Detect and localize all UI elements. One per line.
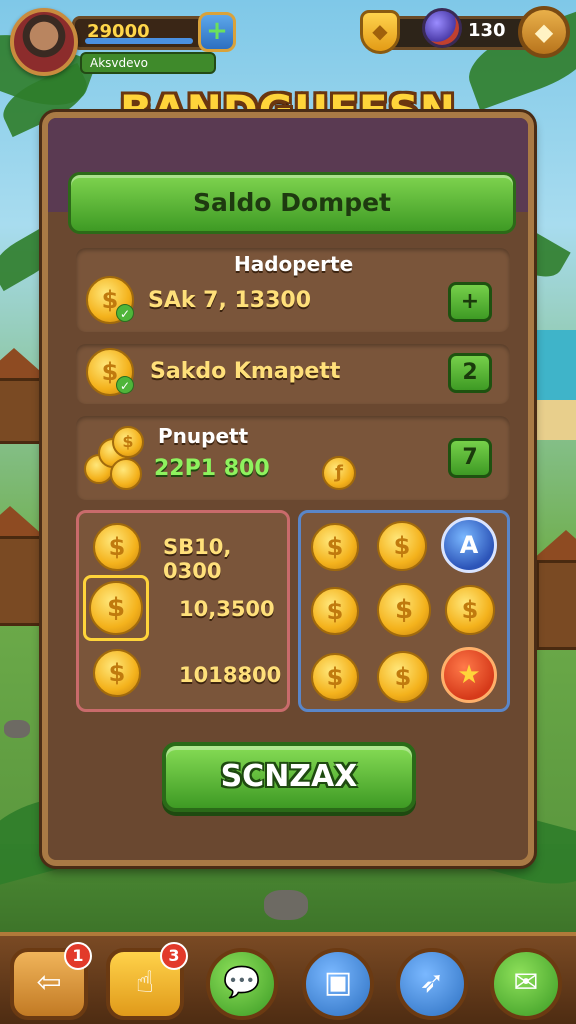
row2-button[interactable]: 2: [448, 353, 492, 393]
rocket-icon[interactable]: ➶: [396, 948, 468, 1020]
back-arrow-glyph: ⇦: [36, 965, 62, 1000]
coin-icon[interactable]: $: [89, 581, 143, 635]
orb-icon: [422, 8, 462, 48]
bottom-nav: ⇦ 1 ☝ 3 💬 ▣ ➶ ✉: [0, 932, 576, 1024]
hut: [0, 378, 42, 444]
row-label: Sakdo Kmapett: [150, 359, 341, 384]
chat-icon[interactable]: 💬: [206, 948, 278, 1020]
resource-hud: ◆ 130 ◆: [360, 6, 570, 58]
add-button[interactable]: +: [448, 282, 492, 322]
balance-row-2: $ ✓ Sakdo Kmapett 2: [76, 344, 510, 404]
coin-icon[interactable]: $: [311, 653, 359, 701]
coin-icon: $: [112, 426, 144, 458]
level-bar: 29000: [72, 16, 212, 50]
resource-value: 130: [468, 20, 506, 41]
notification-badge: 1: [64, 942, 92, 970]
coin-icon: ƒ: [322, 456, 356, 490]
box-icon[interactable]: ▣: [302, 948, 374, 1020]
row-title: Hadoperte: [234, 252, 354, 276]
coin-grid-right: $ $ A $ $ $ $ $ ★: [298, 510, 510, 712]
balance-row-1: Hadoperte $ ✓ SAk 7, 13300 +: [76, 248, 510, 332]
player-hud: 29000 + Aksvdevo: [8, 6, 238, 76]
red-star-token-icon[interactable]: ★: [441, 647, 497, 703]
xp-bar: [85, 38, 193, 44]
hut-roof: [0, 348, 48, 378]
coin-pile-icon: $: [84, 426, 148, 492]
hut-roof: [0, 506, 44, 536]
player-name: Aksvdevo: [80, 52, 216, 74]
coin-icon[interactable]: $: [93, 523, 141, 571]
shield-icon[interactable]: ◆: [360, 10, 400, 54]
blue-token-icon[interactable]: A: [441, 517, 497, 573]
rock: [264, 890, 308, 920]
coin-icon[interactable]: $: [377, 583, 431, 637]
avatar[interactable]: [10, 8, 78, 76]
wallet-panel: Saldo Dompet Hadoperte $ ✓ SAk 7, 13300 …: [42, 112, 534, 866]
confirm-button[interactable]: SCNZAX: [162, 742, 416, 812]
plus-icon[interactable]: +: [198, 12, 236, 52]
rock: [4, 720, 30, 738]
row-green-value: 22P1 800: [154, 456, 270, 481]
ticket-icon[interactable]: ✉: [490, 948, 562, 1020]
coin-icon[interactable]: $: [93, 649, 141, 697]
balance-row-3: $ Pnupett 22P1 800 ƒ 7: [76, 416, 510, 500]
coin-value: 10,3500: [179, 597, 275, 621]
notification-badge: 3: [160, 942, 188, 970]
wallet-header-button[interactable]: Saldo Dompet: [68, 172, 516, 234]
coin-list-left: $ SB10, 0300 $ 10,3500 $ 1018800: [76, 510, 290, 712]
hut-roof: [532, 530, 576, 560]
coin-value: 1018800: [179, 663, 282, 687]
hut: [536, 560, 576, 650]
coin-icon[interactable]: $: [377, 521, 427, 571]
menu-icon[interactable]: ◆: [518, 6, 570, 58]
check-icon: ✓: [116, 376, 134, 394]
back-arrow-icon[interactable]: ⇦ 1: [10, 942, 92, 1020]
hand-icon[interactable]: ☝ 3: [106, 942, 188, 1020]
check-icon: ✓: [116, 304, 134, 322]
hand-glyph: ☝: [135, 965, 155, 1000]
coin-icon[interactable]: $: [311, 523, 359, 571]
hut: [0, 536, 42, 626]
coin-icon[interactable]: $: [311, 587, 359, 635]
row3-button[interactable]: 7: [448, 438, 492, 478]
coin-icon: [110, 458, 142, 490]
coin-icon[interactable]: $: [377, 651, 429, 703]
row-title: Pnupett: [158, 424, 249, 448]
coin-icon[interactable]: $: [445, 585, 495, 635]
coin-value: SB10, 0300: [163, 535, 232, 583]
row-label: SAk 7, 13300: [148, 288, 312, 313]
